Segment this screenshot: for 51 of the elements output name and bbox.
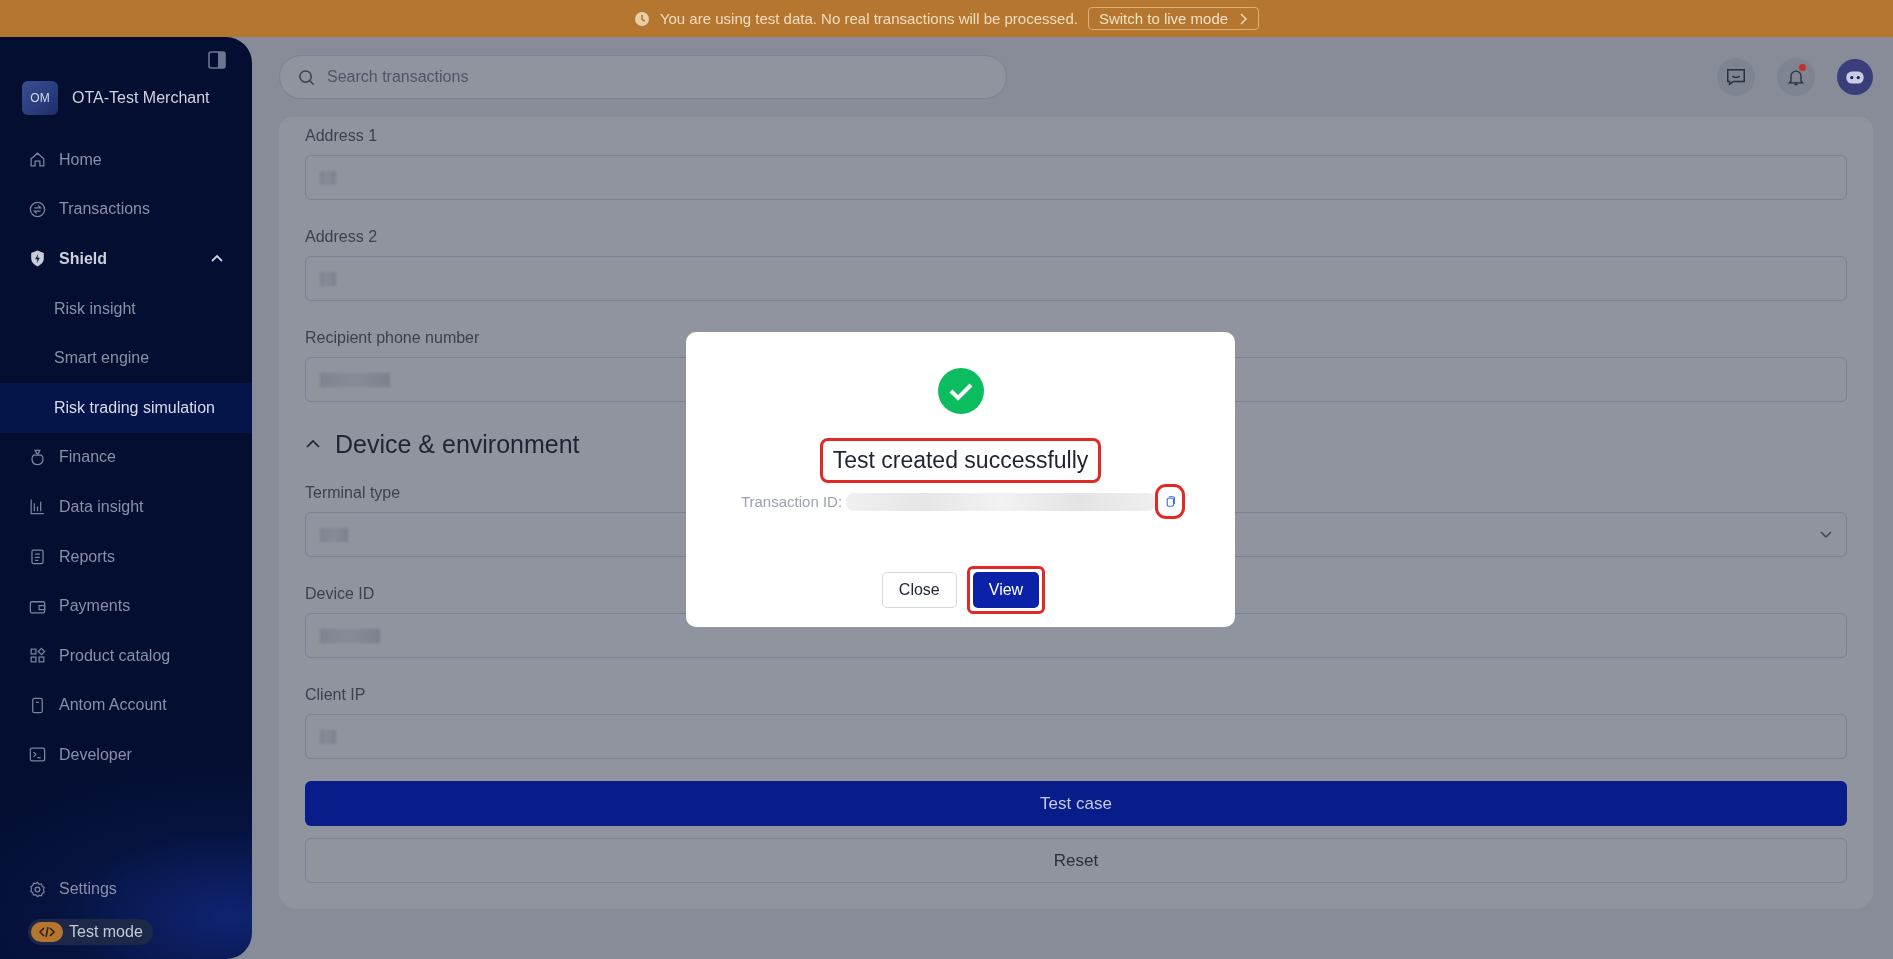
field-label: Terminal type — [305, 484, 401, 502]
chevron-right-icon — [1238, 12, 1249, 25]
sidebar-item[interactable]: Risk insight — [0, 283, 252, 334]
reset-button[interactable]: Reset — [305, 838, 1847, 883]
test-mode-badge[interactable]: Test mode — [28, 919, 153, 945]
field-label: Client IP — [305, 686, 366, 704]
notification-button[interactable] — [1777, 58, 1815, 96]
money-bag-icon — [28, 447, 47, 467]
shield-icon — [28, 249, 47, 269]
sidebar-item[interactable]: Reports — [0, 531, 252, 582]
transaction-id-label: Transaction ID: — [740, 493, 843, 510]
success-check-icon — [937, 368, 984, 414]
banner-message: You are using test data. No real transactions will be processed. — [659, 10, 1078, 27]
feedback-button[interactable] — [1717, 58, 1755, 96]
search-field[interactable]: Search transactions — [279, 55, 1007, 99]
settings-item[interactable]: Settings — [0, 867, 252, 911]
test-case-button[interactable]: Test case — [305, 781, 1847, 826]
search-input[interactable]: Search transactions — [325, 67, 988, 87]
chevron-up-icon — [305, 438, 321, 450]
field-label: Recipient phone number — [305, 329, 480, 347]
clipboard-icon — [28, 547, 47, 567]
sidebar-item[interactable]: Finance — [0, 432, 252, 483]
clock-icon — [633, 10, 650, 27]
code-icon — [38, 925, 56, 939]
avatar[interactable] — [1837, 59, 1873, 95]
close-button[interactable]: Close — [881, 572, 957, 608]
panel-toggle-icon[interactable] — [208, 51, 226, 69]
search-icon — [298, 68, 315, 86]
chat-smile-icon — [1725, 66, 1747, 88]
sidebar-item[interactable]: Developer — [0, 730, 252, 780]
bar-chart-icon — [28, 497, 47, 517]
dialog-title: Test created successfully — [819, 438, 1102, 483]
sidebar-item[interactable]: Product catalog — [0, 630, 252, 681]
merchant-name: OTA-Test Merchant — [72, 89, 210, 107]
field-label: Address 2 — [305, 228, 378, 246]
field-label: Address 1 — [305, 127, 378, 145]
sidebar-item[interactable]: Home — [0, 135, 252, 185]
merchant-logo: OM — [22, 81, 58, 115]
sidebar-item[interactable]: Smart engine — [0, 333, 252, 383]
gear-icon — [28, 879, 47, 899]
chevron-down-icon — [1820, 530, 1832, 539]
copy-icon — [1164, 494, 1177, 509]
exchange-icon — [28, 199, 47, 219]
view-button[interactable]: View — [972, 572, 1040, 608]
sidebar-group[interactable]: Shield — [0, 234, 252, 284]
sidebar-item[interactable]: Payments — [0, 581, 252, 631]
sidebar-item[interactable]: Data insight — [0, 482, 252, 532]
field-label: Device ID — [305, 585, 375, 603]
sidebar-item[interactable]: Transactions — [0, 184, 252, 235]
sidebar-item[interactable]: Antom Account — [0, 680, 252, 731]
sidebar-item[interactable]: Risk trading simulation — [0, 382, 252, 433]
